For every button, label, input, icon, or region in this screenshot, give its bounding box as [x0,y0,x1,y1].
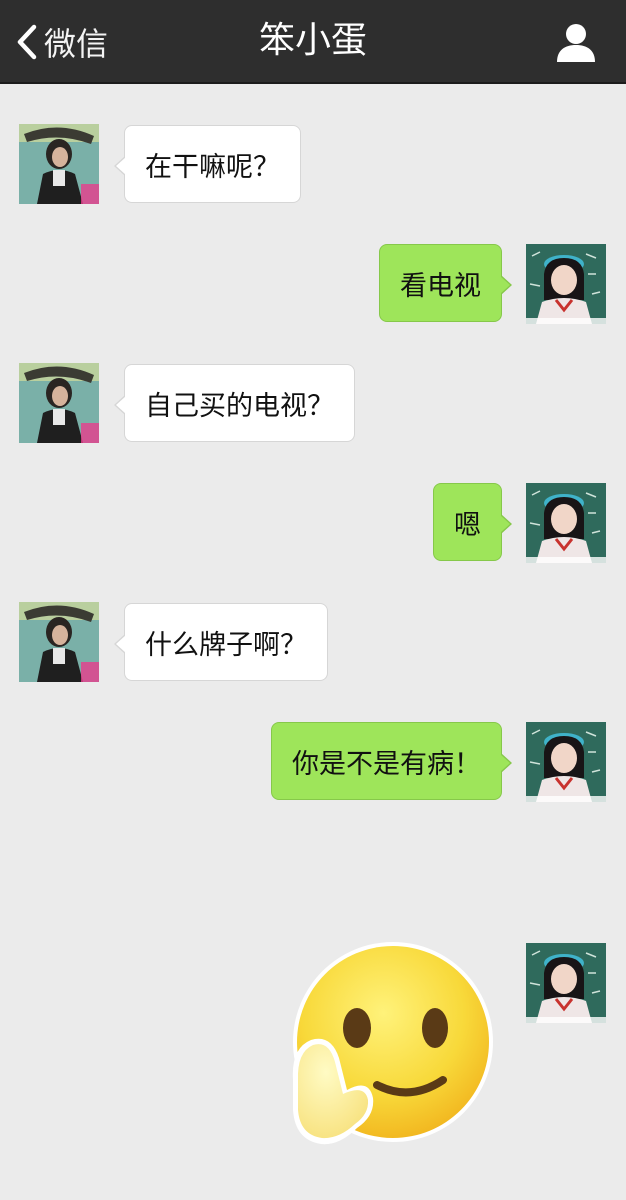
message-text: 在干嘛呢？ [145,151,280,183]
message-text: 嗯 [454,509,481,541]
my-avatar[interactable] [526,722,606,802]
smiley-sticker-icon [292,942,493,1145]
received-message-bubble[interactable]: 在干嘛呢？ [114,125,301,203]
message-text: 看电视 [400,270,481,302]
received-message-bubble[interactable]: 自己买的电视？ [114,364,355,442]
my-avatar[interactable] [526,943,606,1023]
received-message-bubble[interactable]: 什么牌子啊？ [114,603,328,681]
sent-message-bubble[interactable]: 你是不是有病！ [271,722,512,800]
top-navigation-bar: 微信 笨小蛋 [0,0,626,84]
my-avatar[interactable] [526,244,606,324]
avatar-image [526,722,606,802]
contact-avatar[interactable] [19,124,99,204]
my-avatar[interactable] [526,483,606,563]
profile-button[interactable] [554,20,598,64]
chat-title: 笨小蛋 [258,20,367,61]
avatar-image [19,124,99,204]
person-icon [557,24,595,62]
message-text: 什么牌子啊？ [145,629,307,661]
message-text: 你是不是有病！ [292,748,481,780]
avatar-image [526,244,606,324]
message-text: 自己买的电视？ [145,390,334,422]
smiley-face-with-hand-sticker[interactable] [285,940,500,1155]
sent-message-bubble[interactable]: 看电视 [379,244,512,322]
avatar-image [526,943,606,1023]
contact-avatar[interactable] [19,363,99,443]
sent-message-bubble[interactable]: 嗯 [433,483,512,561]
avatar-image [19,363,99,443]
contact-avatar[interactable] [19,602,99,682]
avatar-image [526,483,606,563]
avatar-image [19,602,99,682]
